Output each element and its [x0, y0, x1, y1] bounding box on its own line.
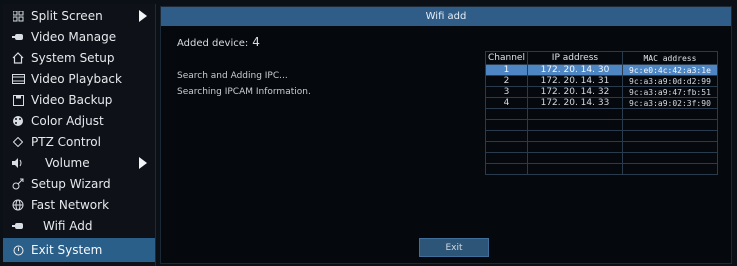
status-line: Searching IPCAM Information. [177, 87, 311, 97]
menu-item-label: System Setup [31, 51, 115, 65]
table-row-empty[interactable] [485, 141, 718, 153]
cell-mac: 9c:e0:4c:42:a3:1e [621, 64, 718, 76]
cell-mac [621, 108, 718, 120]
cell-ip [526, 163, 623, 175]
menu-item-volume[interactable]: Volume [3, 153, 155, 173]
menu-item-label: PTZ Control [31, 135, 101, 149]
cell-ip: 172. 20. 14. 33 [526, 97, 623, 109]
menu-item-color-adjust[interactable]: Color Adjust [3, 111, 155, 131]
cell-channel: 2 [485, 75, 528, 87]
table-row-empty[interactable] [485, 130, 718, 142]
camera-icon [11, 30, 25, 44]
column-header-mac: MAC address [621, 51, 718, 65]
table-row[interactable]: 2 172. 20. 14. 31 9c:a3:a9:0d:d2:99 [485, 75, 718, 87]
wizard-icon [11, 177, 25, 191]
cell-mac [621, 152, 718, 164]
table-row-empty[interactable] [485, 152, 718, 164]
grid-icon [11, 9, 25, 23]
table-row-empty[interactable] [485, 108, 718, 120]
cell-ip: 172. 20. 14. 32 [526, 86, 623, 98]
menu-item-label: Setup Wizard [31, 177, 111, 191]
cell-channel [485, 119, 528, 131]
menu-item-video-backup[interactable]: Video Backup [3, 90, 155, 110]
table-row-empty[interactable] [485, 119, 718, 131]
status-line: Search and Adding IPC... [177, 71, 288, 81]
menu-item-setup-wizard[interactable]: Setup Wizard [3, 174, 155, 194]
menu-item-video-manage[interactable]: Video Manage [3, 27, 155, 47]
menu-item-fast-network[interactable]: Fast Network [3, 195, 155, 215]
menu-item-split-screen[interactable]: Split Screen [3, 6, 155, 26]
menu-item-label: Video Manage [31, 30, 117, 44]
menu-item-label: Wifi Add [43, 219, 93, 233]
camera-icon [11, 219, 25, 233]
cell-channel [485, 141, 528, 153]
table-row-empty[interactable] [485, 163, 718, 175]
submenu-arrow-icon [139, 157, 147, 169]
ptz-icon [11, 135, 25, 149]
cell-ip [526, 141, 623, 153]
dialog-title: Wifi add [161, 7, 731, 26]
menu-item-video-playback[interactable]: Video Playback [3, 69, 155, 89]
cell-ip [526, 108, 623, 120]
table-header-row: Channel IP address MAC address [485, 51, 718, 65]
palette-icon [11, 114, 25, 128]
menu-item-exit-system[interactable]: Exit System [3, 238, 155, 262]
cell-mac: 9c:a3:a9:02:3f:90 [621, 97, 718, 109]
column-header-ip: IP address [526, 51, 623, 65]
table-row[interactable]: 4 172. 20. 14. 33 9c:a3:a9:02:3f:90 [485, 97, 718, 109]
menu-item-label: Split Screen [31, 9, 103, 23]
cell-mac [621, 130, 718, 142]
menu-item-label: Video Backup [31, 93, 113, 107]
menu-item-label: Video Playback [31, 72, 122, 86]
menu-item-label: Color Adjust [31, 114, 104, 128]
device-table: Channel IP address MAC address 1 172. 20… [485, 51, 718, 175]
cell-ip [526, 152, 623, 164]
added-device-count: Added device: 4 [177, 35, 260, 49]
speaker-icon [11, 156, 25, 170]
cell-ip: 172. 20. 14. 30 [526, 64, 623, 76]
network-icon [11, 198, 25, 212]
cell-mac [621, 119, 718, 131]
cell-channel: 1 [485, 64, 528, 76]
added-device-label: Added device: [177, 38, 249, 49]
submenu-arrow-icon [139, 10, 147, 22]
power-icon [11, 243, 25, 257]
cell-mac: 9c:a3:a9:47:fb:51 [621, 86, 718, 98]
playback-icon [11, 72, 25, 86]
floppy-icon [11, 93, 25, 107]
added-device-value: 4 [252, 35, 260, 49]
cell-channel: 3 [485, 86, 528, 98]
cell-ip: 172. 20. 14. 31 [526, 75, 623, 87]
cell-ip [526, 130, 623, 142]
main-menu: Split Screen Video Manage System Setup V… [3, 4, 156, 266]
table-row[interactable]: 3 172. 20. 14. 32 9c:a3:a9:47:fb:51 [485, 86, 718, 98]
menu-item-system-setup[interactable]: System Setup [3, 48, 155, 68]
cell-mac [621, 141, 718, 153]
cell-channel [485, 130, 528, 142]
cell-channel [485, 163, 528, 175]
exit-button[interactable]: Exit [419, 238, 489, 257]
menu-item-label: Exit System [31, 243, 103, 257]
menu-item-label: Volume [45, 156, 90, 170]
menu-item-wifi-add[interactable]: Wifi Add [3, 216, 155, 236]
wifi-add-dialog: Wifi add Added device: 4 Search and Addin… [160, 6, 732, 264]
menu-item-ptz-control[interactable]: PTZ Control [3, 132, 155, 152]
column-header-channel: Channel [485, 51, 528, 65]
menu-item-label: Fast Network [31, 198, 110, 212]
home-icon [11, 51, 25, 65]
cell-channel: 4 [485, 97, 528, 109]
cell-mac: 9c:a3:a9:0d:d2:99 [621, 75, 718, 87]
cell-mac [621, 163, 718, 175]
cell-channel [485, 108, 528, 120]
cell-ip [526, 119, 623, 131]
table-row[interactable]: 1 172. 20. 14. 30 9c:e0:4c:42:a3:1e [485, 64, 718, 76]
cell-channel [485, 152, 528, 164]
